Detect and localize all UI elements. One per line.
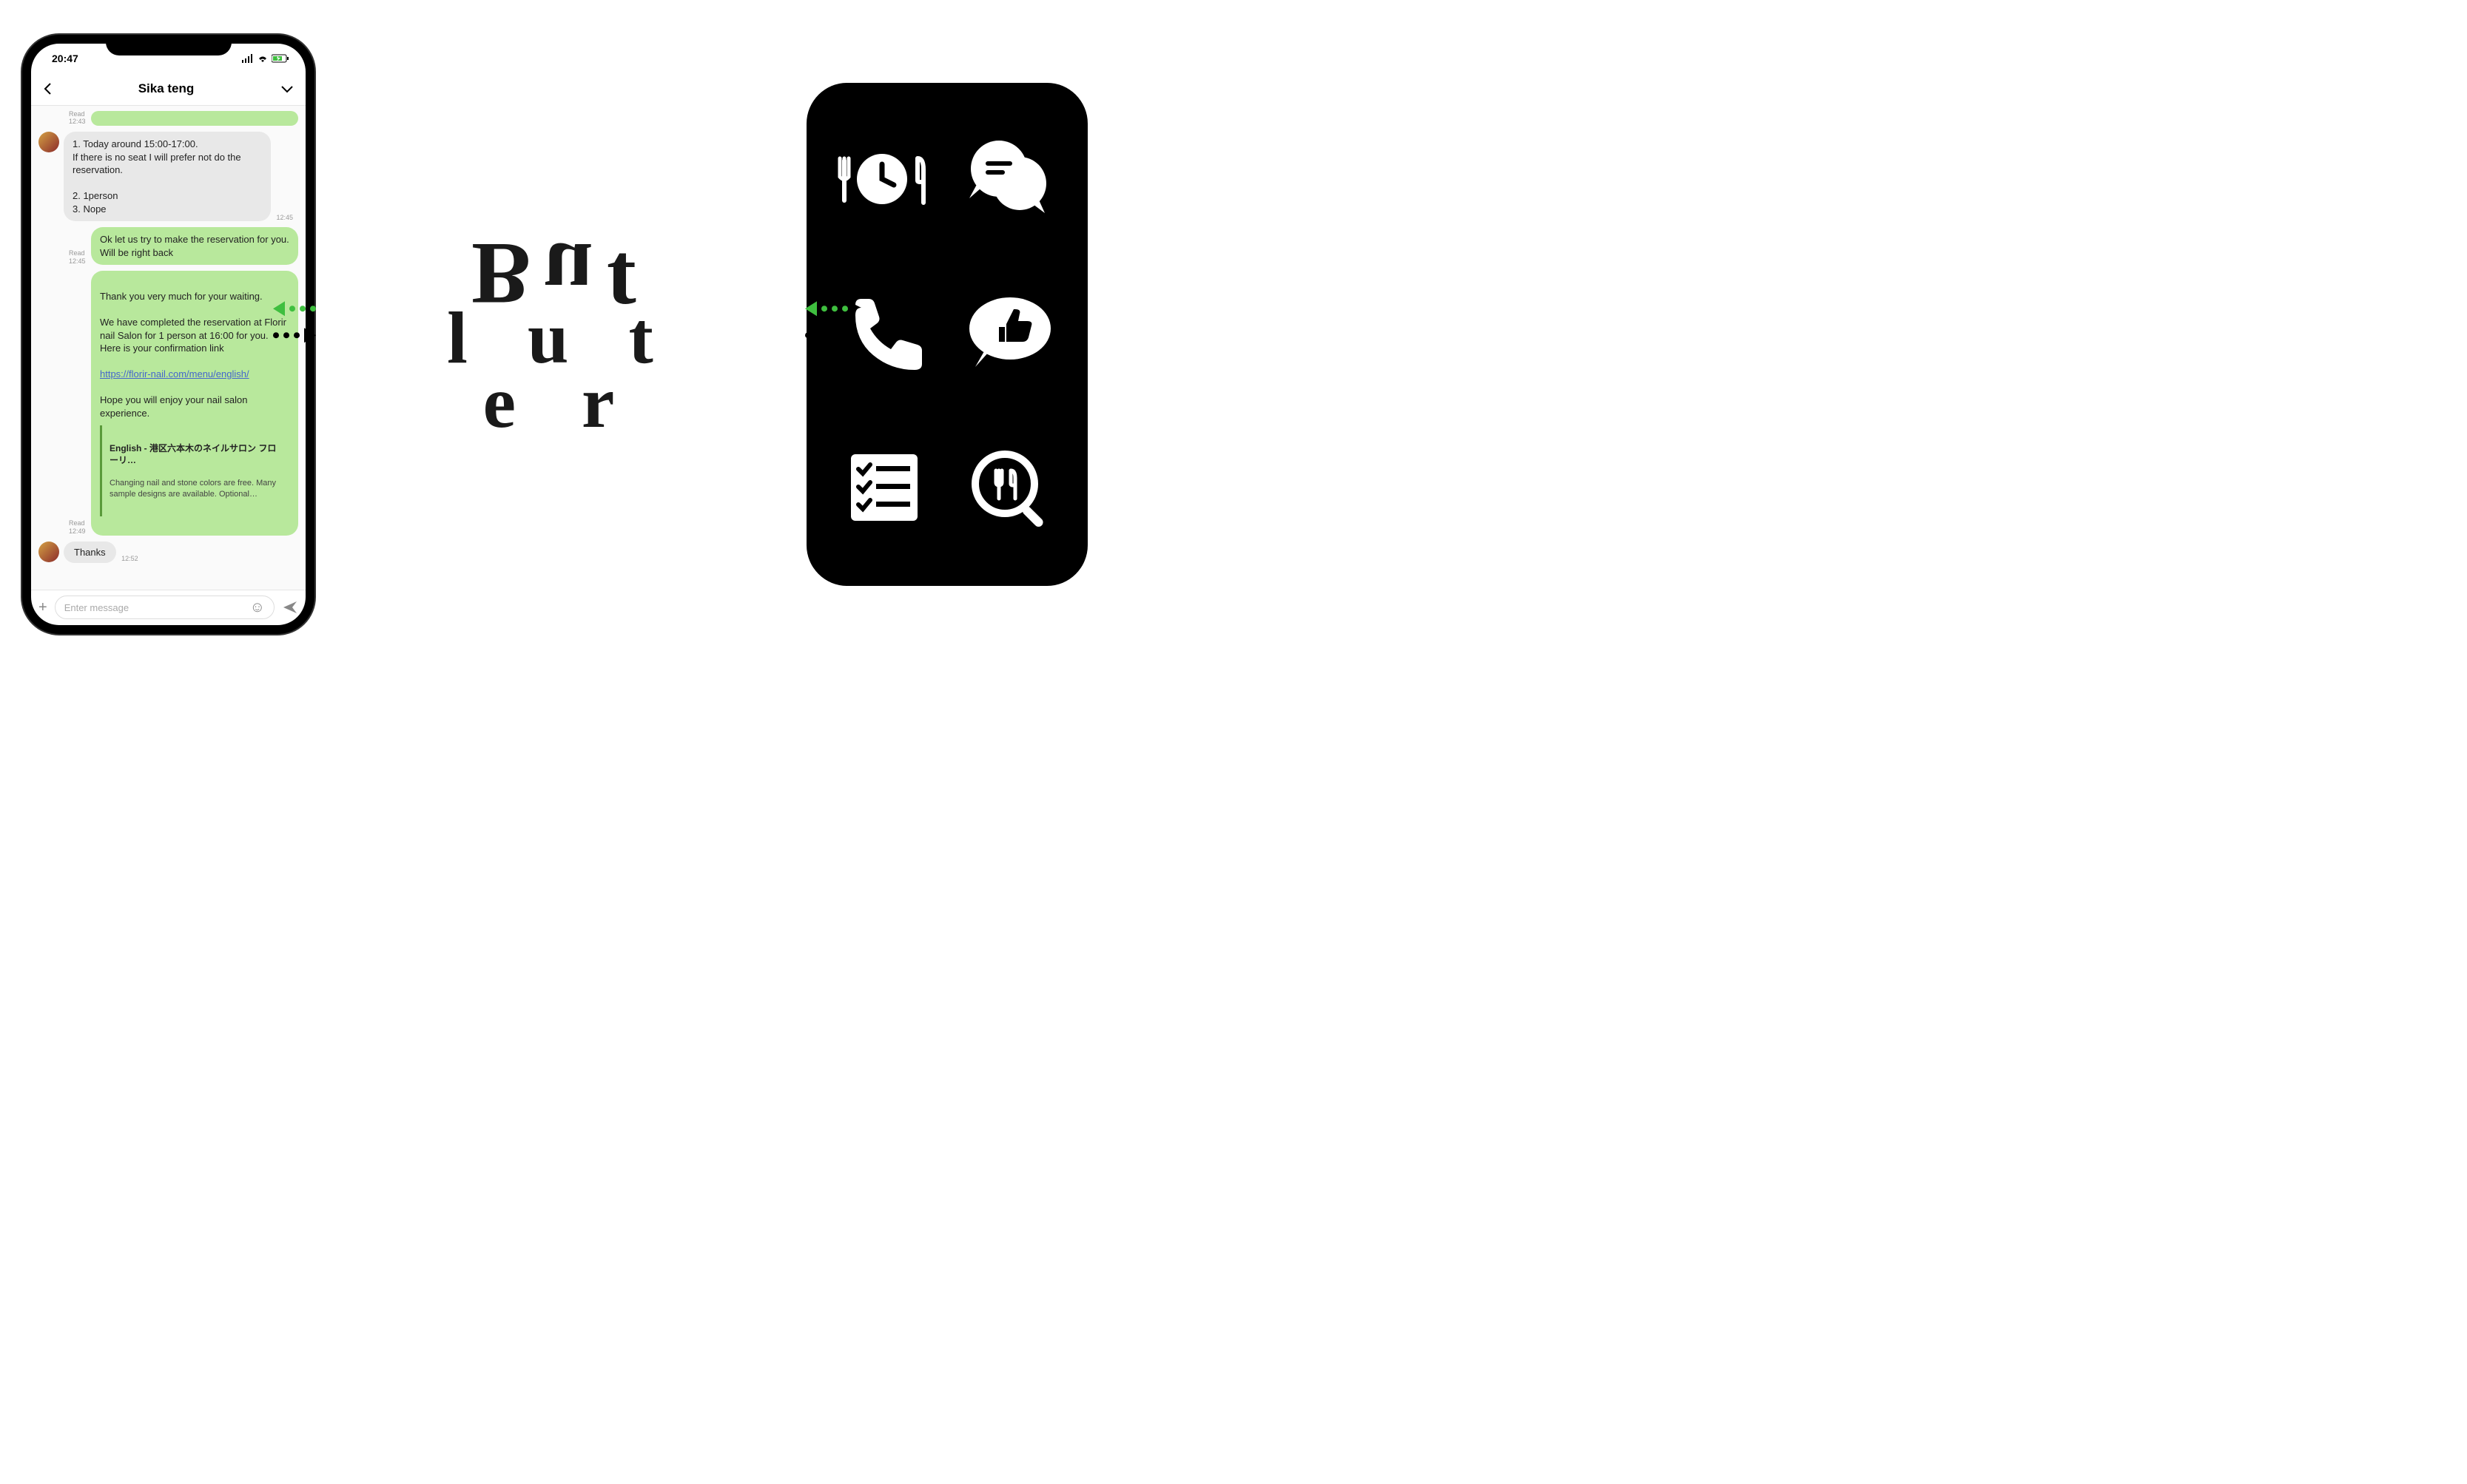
msg-outgoing-strip: Read 12:43 xyxy=(38,110,298,127)
msg-incoming: 1. Today around 15:00-17:00. If there is… xyxy=(38,132,298,221)
msg-bubble xyxy=(91,111,298,126)
phone-icon xyxy=(836,291,932,377)
status-time: 20:47 xyxy=(52,53,78,64)
link-preview[interactable]: English - 港区六本木のネイルサロン フローリ… Changing na… xyxy=(100,425,289,516)
msg-time: 12:45 xyxy=(275,214,293,222)
chat-input-bar: + Enter message ☺ xyxy=(31,590,306,625)
chat-bubbles-icon xyxy=(962,136,1058,221)
msg-bubble: Ok let us try to make the reservation fo… xyxy=(91,227,298,265)
msg-meta: Read 12:45 xyxy=(69,249,87,266)
services-card xyxy=(807,83,1088,586)
msg-outgoing: Read 12:45 Ok let us try to make the res… xyxy=(38,227,298,265)
msg-meta: Read 12:49 xyxy=(69,519,87,536)
avatar xyxy=(38,132,59,152)
chat-phone-mockup: 20:47 Sika teng Read 12:43 xyxy=(22,35,314,634)
msg-bubble: Thank you very much for your waiting. We… xyxy=(91,271,298,535)
msg-outgoing: Read 12:49 Thank you very much for your … xyxy=(38,271,298,535)
back-icon[interactable] xyxy=(43,82,52,95)
restaurant-time-icon xyxy=(836,136,932,221)
input-placeholder: Enter message xyxy=(64,602,129,613)
arrow-right-black xyxy=(805,328,848,343)
msg-incoming: Thanks 12:52 xyxy=(38,542,298,564)
food-search-icon xyxy=(962,447,1058,532)
preview-body: Changing nail and stone colors are free.… xyxy=(110,478,282,500)
signal-icon xyxy=(242,54,254,63)
avatar xyxy=(38,542,59,562)
arrows-connector-right xyxy=(805,301,848,343)
message-input[interactable]: Enter message ☺ xyxy=(55,596,275,619)
status-indicators xyxy=(242,54,289,63)
like-bubble-icon xyxy=(962,291,1058,377)
arrows-connector-left xyxy=(273,301,316,343)
msg-text: Hope you will enjoy your nail salon expe… xyxy=(100,394,247,419)
arrow-left-green xyxy=(273,301,316,316)
add-attachment-icon[interactable]: + xyxy=(38,599,47,616)
preview-title: English - 港区六本木のネイルサロン フローリ… xyxy=(110,442,282,466)
chat-header: Sika teng xyxy=(31,73,306,106)
msg-bubble: 1. Today around 15:00-17:00. If there is… xyxy=(64,132,271,221)
arrow-left-green xyxy=(805,301,848,316)
wifi-icon xyxy=(257,54,269,63)
emoji-icon[interactable]: ☺ xyxy=(250,599,265,616)
butler-logo: But l u t e r xyxy=(447,232,674,437)
msg-time: 12:52 xyxy=(121,555,138,563)
center-logo-block: But l u t e r xyxy=(314,232,807,437)
arrow-right-black xyxy=(273,328,316,343)
chevron-down-icon[interactable] xyxy=(280,84,294,93)
msg-text: Thank you very much for your waiting. We… xyxy=(100,291,286,354)
chat-body: Read 12:43 1. Today around 15:00-17:00. … xyxy=(31,106,306,590)
confirmation-link[interactable]: https://florir-nail.com/menu/english/ xyxy=(100,368,249,380)
msg-bubble: Thanks xyxy=(64,542,116,564)
chat-title: Sika teng xyxy=(52,81,280,96)
send-icon[interactable] xyxy=(282,599,298,615)
msg-meta: Read 12:43 xyxy=(69,110,87,127)
phone-notch xyxy=(106,35,232,55)
battery-icon xyxy=(272,54,289,63)
checklist-icon xyxy=(836,447,932,532)
